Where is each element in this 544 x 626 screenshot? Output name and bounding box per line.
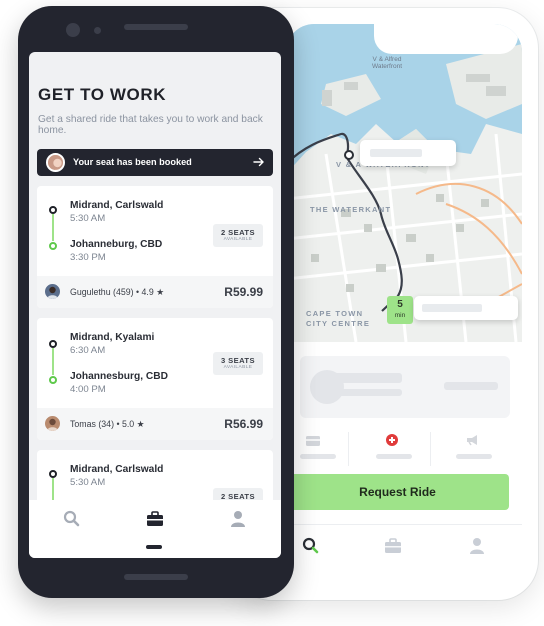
divider: [348, 432, 349, 466]
driver-avatar: [45, 416, 60, 431]
seats-label: AVAILABLE: [223, 237, 253, 242]
seats-badge: 3 SEATS AVAILABLE: [213, 352, 263, 375]
page-title: GET TO WORK: [38, 85, 167, 104]
map-place-label: V & Alfred Waterfront: [371, 56, 403, 71]
origin-dot-icon: [49, 206, 57, 214]
ride-options-row: [286, 428, 522, 472]
destination-time: 4:00 PM: [70, 384, 106, 395]
map-view[interactable]: [286, 24, 522, 342]
request-ride-button[interactable]: Request Ride: [286, 474, 509, 510]
home-indicator[interactable]: [146, 545, 162, 549]
seats-badge: 2 SEATS AVAILABLE: [213, 224, 263, 247]
ride-price: R56.99: [224, 417, 263, 431]
search-icon[interactable]: [302, 537, 320, 555]
payment-option[interactable]: [286, 428, 356, 466]
pickup-callout[interactable]: [360, 140, 456, 166]
booking-banner[interactable]: Your seat has been booked: [37, 149, 273, 176]
bottom-nav: [286, 524, 522, 574]
profile-icon[interactable]: [468, 537, 486, 555]
avatar: [46, 153, 65, 172]
front-phone: GET TO WORK Get a shared ride that takes…: [18, 6, 294, 598]
top-speaker: [124, 24, 188, 30]
ride-request-screen: V & A WATERFRONT THE WATERKANT CAPE TOWN…: [286, 24, 522, 584]
card-icon: [306, 436, 320, 446]
origin-dot-icon: [49, 340, 57, 348]
front-camera: [66, 23, 80, 37]
dropoff-callout[interactable]: [414, 296, 518, 320]
emergency-option[interactable]: [356, 428, 426, 466]
page-subtitle: Get a shared ride that takes you to work…: [38, 114, 263, 136]
price-placeholder: [444, 382, 498, 390]
phone-notch: [374, 24, 518, 54]
bottom-nav: [29, 500, 281, 558]
ride-card[interactable]: Midrand, Carlswald 5:30 AM Johanneburg, …: [37, 186, 273, 308]
destination-time: 3:30 PM: [70, 252, 106, 263]
medical-cross-icon: [386, 434, 398, 446]
origin-dot-icon: [49, 470, 57, 478]
origin-name: Midrand, Carlswald: [70, 464, 164, 475]
arrow-right-icon: [253, 157, 264, 167]
detail-placeholder: [324, 389, 402, 396]
destination-name: Johanneburg, CBD: [70, 239, 163, 250]
eta-value: 5: [397, 299, 403, 310]
eta-badge: 5 min: [387, 296, 413, 324]
eta-unit: min: [394, 312, 406, 319]
destination-dot-icon: [49, 376, 57, 384]
briefcase-icon[interactable]: [384, 537, 402, 555]
map-area-label-city-centre: CAPE TOWN CITY CENTRE: [306, 309, 371, 328]
driver-name-rating: Tomas (34) • 5.0 ★: [70, 419, 145, 429]
seats-count: 3 SEATS: [221, 356, 255, 365]
megaphone-icon: [467, 435, 477, 446]
origin-time: 5:30 AM: [70, 477, 106, 488]
seats-label: AVAILABLE: [223, 365, 253, 370]
driver-avatar: [45, 284, 60, 299]
search-icon[interactable]: [63, 510, 81, 528]
origin-time: 5:30 AM: [70, 213, 106, 224]
driver-name-rating: Gugulethu (459) • 4.9 ★: [70, 287, 165, 297]
divider: [430, 432, 431, 466]
driver-row: Tomas (34) • 5.0 ★ R56.99: [37, 408, 273, 440]
ride-price: R59.99: [224, 285, 263, 299]
destination-dot-icon: [49, 242, 57, 250]
pickup-pin-icon[interactable]: [344, 150, 354, 160]
sensor: [94, 27, 101, 34]
seats-count: 2 SEATS: [221, 228, 255, 237]
origin-time: 6:30 AM: [70, 345, 106, 356]
booking-banner-label: Your seat has been booked: [73, 157, 192, 167]
ride-card[interactable]: Midrand, Kyalami 6:30 AM Johannesburg, C…: [37, 318, 273, 440]
driver-card-placeholder: [300, 356, 510, 418]
origin-name: Midrand, Carlswald: [70, 200, 164, 211]
destination-name: Johannesburg, CBD: [70, 371, 168, 382]
map-area-label-waterkant: THE WATERKANT: [310, 205, 392, 214]
briefcase-icon[interactable]: [146, 510, 164, 528]
driver-row: Gugulethu (459) • 4.9 ★ R59.99: [37, 276, 273, 308]
share-option[interactable]: [438, 428, 508, 466]
origin-name: Midrand, Kyalami: [70, 332, 155, 343]
get-to-work-screen: GET TO WORK Get a shared ride that takes…: [29, 52, 281, 558]
profile-icon[interactable]: [229, 510, 247, 528]
name-placeholder: [324, 373, 402, 383]
bottom-speaker: [124, 574, 188, 580]
